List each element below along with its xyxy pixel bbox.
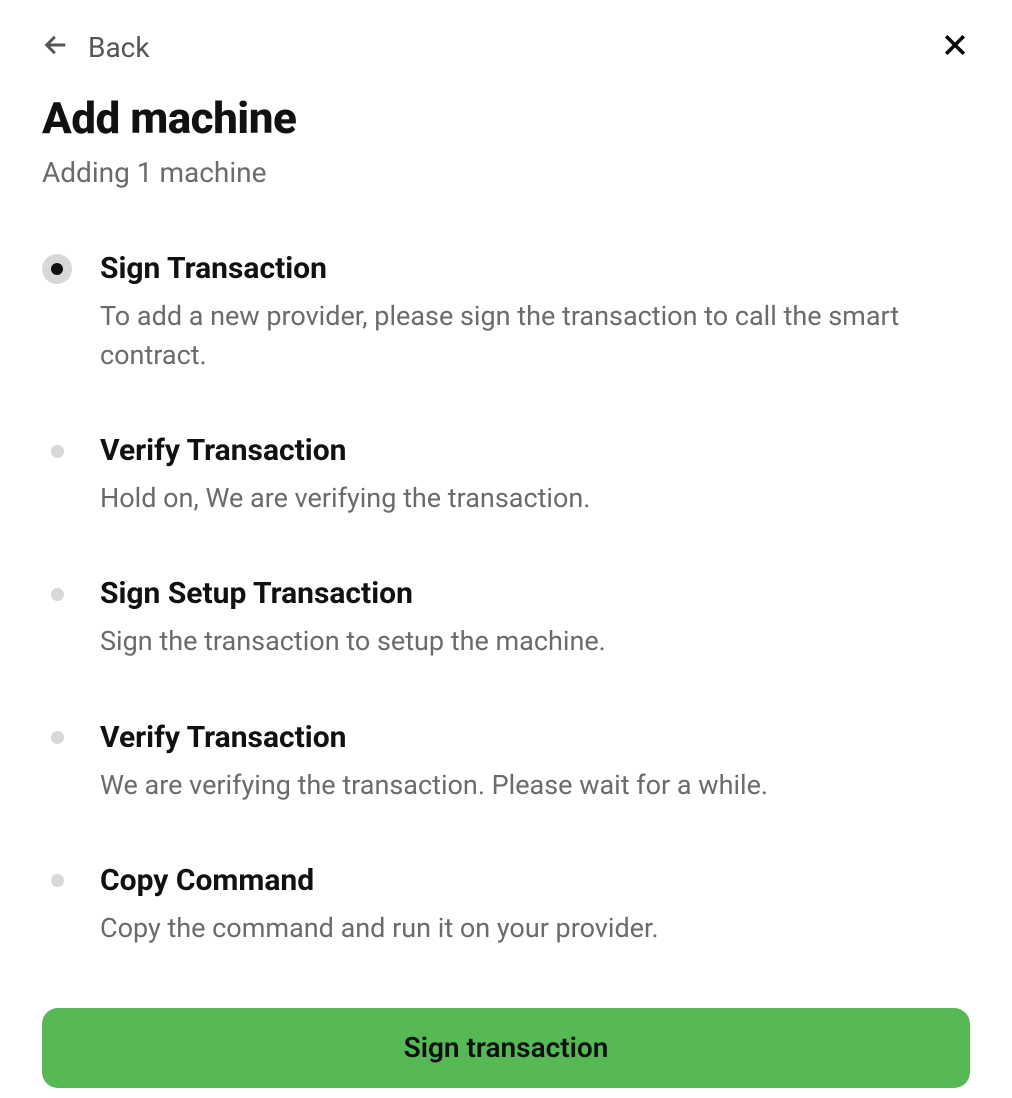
step-bullet-inactive-icon [42, 579, 72, 609]
step-desc: Copy the command and run it on your prov… [100, 909, 970, 948]
step-item: Sign Setup Transaction Sign the transact… [42, 576, 970, 661]
step-title: Verify Transaction [100, 433, 970, 469]
step-desc: We are verifying the transaction. Please… [100, 766, 970, 805]
step-desc: Sign the transaction to setup the machin… [100, 622, 970, 661]
steps-list: Sign Transaction To add a new provider, … [42, 251, 970, 948]
sign-transaction-button[interactable]: Sign transaction [42, 1008, 970, 1088]
step-content: Copy Command Copy the command and run it… [100, 863, 970, 948]
step-content: Verify Transaction Hold on, We are verif… [100, 433, 970, 518]
arrow-left-icon [42, 31, 70, 63]
step-item: Sign Transaction To add a new provider, … [42, 251, 970, 375]
page-subtitle: Adding 1 machine [42, 156, 970, 189]
step-bullet-inactive-icon [42, 436, 72, 466]
step-bullet-inactive-icon [42, 866, 72, 896]
step-desc: To add a new provider, please sign the t… [100, 297, 970, 375]
header-row: Back [42, 30, 970, 64]
step-bullet-active-icon [42, 254, 72, 284]
step-item: Verify Transaction We are verifying the … [42, 720, 970, 805]
step-title: Sign Transaction [100, 251, 970, 287]
step-title: Copy Command [100, 863, 970, 899]
step-title: Verify Transaction [100, 720, 970, 756]
close-icon[interactable] [940, 30, 970, 64]
step-item: Verify Transaction Hold on, We are verif… [42, 433, 970, 518]
step-bullet-inactive-icon [42, 723, 72, 753]
back-button[interactable]: Back [42, 31, 150, 64]
step-item: Copy Command Copy the command and run it… [42, 863, 970, 948]
back-label: Back [88, 31, 150, 64]
step-content: Sign Transaction To add a new provider, … [100, 251, 970, 375]
step-desc: Hold on, We are verifying the transactio… [100, 479, 970, 518]
step-content: Verify Transaction We are verifying the … [100, 720, 970, 805]
page-title: Add machine [42, 92, 970, 144]
step-title: Sign Setup Transaction [100, 576, 970, 612]
step-content: Sign Setup Transaction Sign the transact… [100, 576, 970, 661]
